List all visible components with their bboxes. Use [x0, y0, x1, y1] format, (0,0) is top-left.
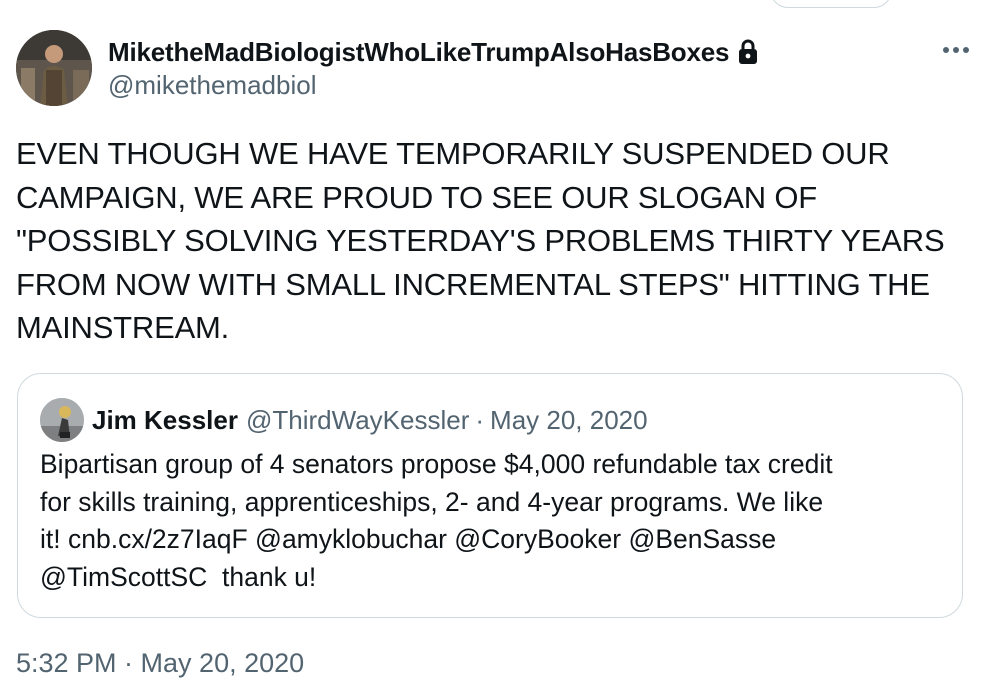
quoted-handle[interactable]: @ThirdWayKessler: [246, 405, 469, 436]
tweet-timestamp[interactable]: 5:32 PM · May 20, 2020: [16, 648, 304, 679]
more-dots-icon[interactable]: [938, 38, 974, 62]
author-handle[interactable]: @mikethemadbiol: [108, 70, 759, 101]
tweet-text: EVEN THOUGH WE HAVE TEMPORARILY SUSPENDE…: [16, 136, 945, 345]
tweet-header: MiketheMadBiologistWhoLikeTrumpAlsoHasBo…: [16, 30, 984, 106]
quoted-author-photo: [40, 398, 84, 442]
quoted-date[interactable]: May 20, 2020: [490, 405, 648, 436]
quoted-tweet-text: Bipartisan group of 4 senators propose $…: [40, 449, 833, 592]
lock-icon: [739, 39, 758, 64]
author-photo: [16, 30, 92, 106]
author-display-name[interactable]: MiketheMadBiologistWhoLikeTrumpAlsoHasBo…: [108, 37, 729, 68]
author-avatar[interactable]: [16, 30, 92, 106]
quoted-tweet-card[interactable]: Jim Kessler @ThirdWayKessler · May 20, 2…: [17, 373, 963, 618]
top-button-edge[interactable]: [770, 0, 892, 8]
quoted-display-name[interactable]: Jim Kessler: [92, 405, 238, 436]
quoted-author-avatar[interactable]: [40, 398, 84, 442]
quoted-separator: ·: [475, 404, 485, 435]
